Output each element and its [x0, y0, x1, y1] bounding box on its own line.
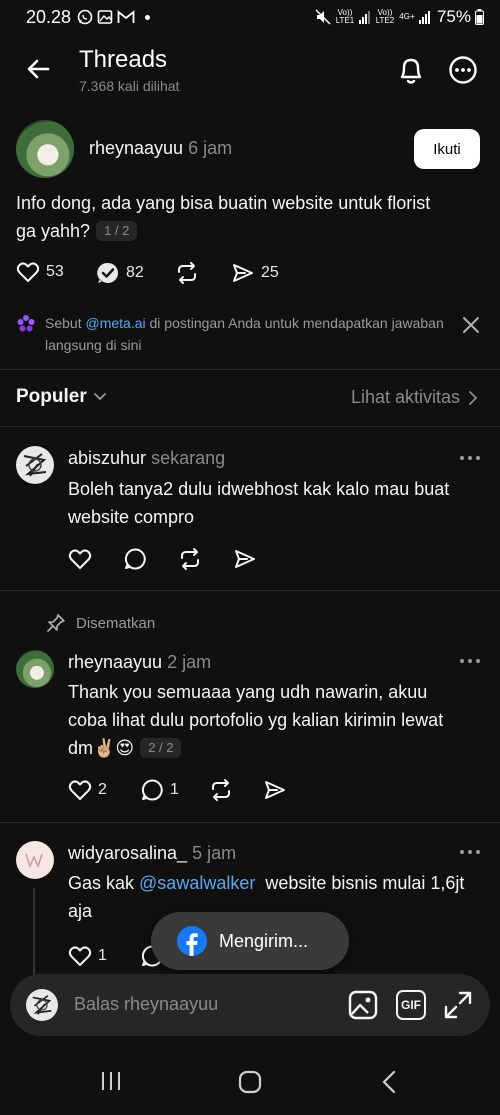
- like-button[interactable]: 2: [68, 779, 107, 801]
- view-count: 7.368 kali dilihat: [79, 78, 180, 94]
- share-button[interactable]: 25: [231, 261, 279, 285]
- heart-icon: [68, 946, 92, 966]
- send-icon[interactable]: [233, 547, 257, 571]
- send-icon[interactable]: [263, 778, 287, 802]
- reply-count: 1: [170, 781, 179, 798]
- activity-link[interactable]: Lihat aktivitas: [351, 387, 478, 408]
- sending-toast: Mengirim...: [151, 912, 349, 970]
- more-options-icon[interactable]: [460, 659, 480, 663]
- post-time: 6 jam: [188, 138, 233, 158]
- repost-icon: [178, 262, 196, 284]
- like-count: 53: [46, 263, 64, 280]
- expand-icon[interactable]: [443, 990, 473, 1020]
- sketch-avatar-icon: [32, 995, 52, 1015]
- heart-icon[interactable]: [68, 548, 92, 570]
- heart-icon: [16, 262, 40, 282]
- notification-dot-icon: [145, 14, 151, 20]
- page-pill: 1 / 2: [96, 221, 138, 241]
- like-count: 1: [98, 947, 107, 964]
- back-icon[interactable]: [380, 1070, 400, 1094]
- heart-icon: [68, 780, 92, 800]
- reply-composer[interactable]: Balas rheynaayuu GIF: [10, 974, 490, 1036]
- comment-icon: [141, 779, 163, 801]
- repost-button[interactable]: [175, 261, 199, 285]
- reply-time: sekarang: [151, 448, 226, 468]
- reply-time: 5 jam: [192, 843, 237, 863]
- signal-icon: [358, 11, 370, 24]
- page-title: Threads: [79, 46, 168, 73]
- toast-label: Mengirim...: [219, 930, 309, 951]
- send-icon: [233, 264, 253, 282]
- mention-link[interactable]: @sawalwalker: [139, 873, 255, 893]
- divider: [0, 426, 500, 427]
- chevron-right-icon: [469, 390, 478, 405]
- gmail-icon: [117, 10, 135, 23]
- meta-ai-mention[interactable]: @meta.ai: [85, 315, 145, 331]
- divider: [0, 822, 500, 823]
- post-username[interactable]: rheynaayuu 6 jam: [89, 138, 232, 159]
- reply-text: Thank you semuaaa yang udh nawarin, akuu…: [68, 682, 444, 758]
- facebook-icon: [177, 926, 207, 956]
- more-options-icon[interactable]: [460, 850, 480, 854]
- divider: [0, 369, 500, 370]
- page-pill: 2 / 2: [140, 738, 182, 758]
- repost-icon[interactable]: [178, 547, 202, 571]
- avatar[interactable]: [16, 650, 54, 688]
- reply-checked-icon: [97, 262, 118, 283]
- repost-icon[interactable]: [209, 778, 233, 802]
- monogram-logo-icon: [25, 853, 43, 868]
- reply-button[interactable]: 1: [140, 778, 179, 802]
- like-count: 2: [98, 781, 107, 798]
- network-4g: 4G+: [399, 12, 415, 21]
- avatar[interactable]: [16, 120, 74, 178]
- status-bar: 20.28 Vo)) LTE1 Vo)) LTE2 4G+ 75%: [0, 0, 500, 34]
- avatar: [26, 989, 58, 1021]
- follow-button[interactable]: Ikuti: [414, 129, 480, 169]
- reply-time: 2 jam: [167, 652, 212, 672]
- avatar[interactable]: [16, 841, 54, 879]
- reply-username[interactable]: rheynaayuu 2 jam: [68, 652, 211, 673]
- battery-icon: [475, 9, 484, 25]
- like-button[interactable]: 1: [68, 945, 107, 967]
- mute-icon: [315, 9, 331, 25]
- network-lte2: Vo)) LTE2: [375, 8, 395, 25]
- post-text: Info dong, ada yang bisa buatin website …: [16, 193, 431, 241]
- reply-count: 82: [126, 264, 144, 281]
- gif-icon[interactable]: GIF: [396, 990, 426, 1020]
- home-icon[interactable]: [238, 1070, 262, 1094]
- share-count: 25: [261, 264, 279, 281]
- sketch-avatar-icon: [23, 453, 47, 477]
- header: Threads 7.368 kali dilihat: [0, 38, 500, 102]
- sparkle-icon: [17, 315, 35, 332]
- system-nav-bar: [0, 1052, 500, 1115]
- meta-ai-text: Sebut @meta.ai di postingan Anda untuk m…: [45, 315, 444, 353]
- comment-icon[interactable]: [123, 547, 147, 571]
- close-icon[interactable]: [460, 314, 482, 336]
- sort-dropdown[interactable]: Populer: [16, 386, 107, 408]
- thread-line: [33, 888, 35, 978]
- pin-icon: [47, 614, 65, 632]
- network-lte1: Vo)) LTE1: [335, 8, 355, 25]
- pinned-label: Disematkan: [46, 613, 155, 633]
- whatsapp-icon: [77, 9, 93, 25]
- chevron-down-icon: [93, 393, 106, 401]
- gallery-icon: [97, 10, 113, 24]
- arrow-left-icon[interactable]: [24, 54, 54, 84]
- reply-username[interactable]: abiszuhur sekarang: [68, 448, 225, 469]
- reply-text: Boleh tanya2 dulu idwebhost kak kalo mau…: [68, 479, 450, 527]
- more-options-icon[interactable]: [460, 456, 480, 460]
- image-icon[interactable]: [348, 990, 378, 1020]
- reply-username[interactable]: widyarosalina_ 5 jam: [68, 843, 236, 864]
- status-time: 20.28: [26, 6, 72, 27]
- signal-icon: [418, 11, 430, 24]
- reply-input[interactable]: Balas rheynaayuu: [74, 994, 218, 1015]
- more-icon[interactable]: [448, 55, 478, 85]
- reply-button[interactable]: 82: [96, 261, 144, 285]
- recent-apps-icon[interactable]: [100, 1070, 122, 1092]
- divider: [0, 590, 500, 591]
- battery-percent: 75%: [436, 7, 471, 26]
- avatar[interactable]: [16, 446, 54, 484]
- bell-icon[interactable]: [396, 54, 426, 86]
- like-button[interactable]: 53: [16, 261, 64, 283]
